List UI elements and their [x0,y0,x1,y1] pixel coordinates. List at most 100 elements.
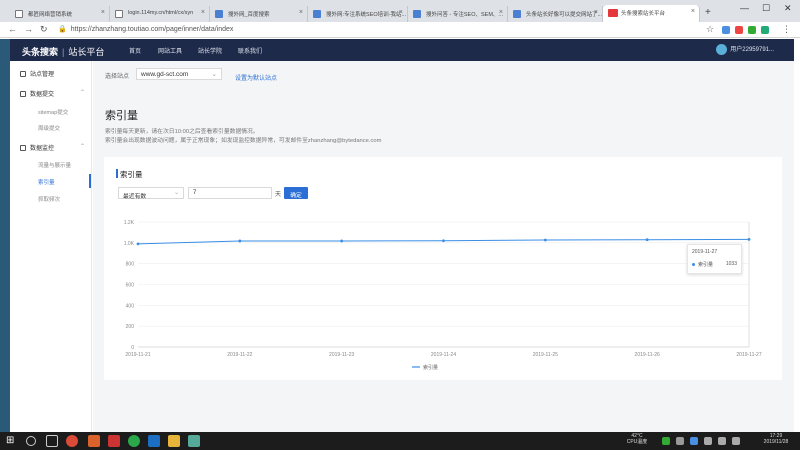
data-point [747,237,751,241]
paw-icon [215,10,223,18]
site-s-icon [413,10,421,18]
nav-contact[interactable]: 联系我们 [238,46,262,55]
star-icon[interactable]: ☆ [706,24,714,35]
lock-icon: 🔒 [58,26,67,33]
sidebar-item-traffic[interactable]: 流量与展示量 [38,161,71,169]
active-indicator [89,174,91,188]
ime-icon[interactable] [732,437,740,445]
x-tick-label: 2019-11-22 [227,352,252,358]
chevron-down-icon: ⌄ [174,190,179,196]
sidebar-item-site-manage[interactable]: 站点管理 [20,69,54,78]
confirm-button[interactable]: 确定 [284,187,308,199]
user-menu[interactable]: 用户22959791... [716,44,774,55]
data-point [543,238,547,242]
menu-icon[interactable]: ⋮ [782,24,791,35]
close-icon[interactable]: × [299,9,303,16]
sidebar-item-data-submit[interactable]: 数据提交 ⌃ [20,89,85,98]
app-icon[interactable] [108,435,120,447]
close-icon[interactable]: × [201,9,205,16]
cpu-temp: 42°C CPU温度 [626,433,648,445]
sidebar-item-sitemap[interactable]: sitemap提交 [38,108,68,116]
days-input[interactable]: 7 [188,187,272,199]
photoshop-icon[interactable] [148,435,160,447]
browser-tab[interactable]: 搜外问答 - 专注SEO、SEM、... × [408,6,508,22]
data-point [340,239,344,243]
task-view-icon[interactable] [46,435,58,447]
x-tick-label: 2019-11-21 [125,352,150,358]
close-icon[interactable]: × [691,8,695,15]
maximize-icon[interactable]: ☐ [762,3,770,14]
close-icon[interactable]: × [399,9,403,16]
nav-home[interactable]: 首页 [129,46,141,55]
chevron-up-icon: ⌃ [80,144,86,150]
app-icon[interactable] [188,435,200,447]
address-bar: ← → ↻ 🔒 https://zhanzhang.toutiao.com/pag… [0,22,800,38]
windows-start-icon[interactable]: ⊞ [6,435,18,447]
browser-tab[interactable]: 头条站长好像可以提交网站了... × [508,6,603,22]
browser-tab[interactable]: login.114my.cn/html/cx/syn × [110,6,210,22]
screen: 都匠网络营销系统 × login.114my.cn/html/cx/syn × 搜外… [0,0,800,450]
tray-icon[interactable] [676,437,684,445]
extension-icon[interactable] [748,26,756,34]
tray-icon[interactable] [690,437,698,445]
browser-tab[interactable]: 都匠网络营销系统 × [10,6,110,22]
nav-tools[interactable]: 网站工具 [158,46,182,55]
site-logo[interactable]: 头条搜索 | 站长平台 [22,45,104,58]
browser-tab-active[interactable]: 头条搜索站长平台 × [603,5,700,22]
chrome-icon[interactable] [66,435,78,447]
card-title: 索引量 [116,169,143,180]
x-tick-label: 2019-11-24 [431,352,456,358]
search-icon[interactable] [26,436,36,446]
range-select[interactable]: 最近有数 ⌄ [118,187,184,200]
chart-tooltip: 2019-11-27 索引量 1033 [687,244,742,274]
sidebar-item-data-monitor[interactable]: 数据监控 ⌃ [20,143,85,152]
browser-tab[interactable]: 搜外网:专注系统SEO培训-我站... × [308,6,408,22]
close-icon[interactable]: × [594,9,598,16]
wechat-icon[interactable] [128,435,140,447]
volume-icon[interactable] [718,437,726,445]
y-tick-label: 400 [126,303,135,309]
data-point [136,242,140,246]
new-tab-button[interactable]: + [705,7,711,18]
chevron-down-icon: ⌄ [211,71,217,78]
sidebar-item-crawl[interactable]: 抓取频次 [38,195,60,203]
site-s-icon [313,10,321,18]
data-point [645,238,649,242]
legend-label: 索引量 [423,364,438,371]
reload-icon[interactable]: ↻ [40,24,48,35]
app-icon[interactable] [88,435,100,447]
browser-tab[interactable]: 搜外网_百度搜索 × [210,6,308,22]
site-select[interactable]: www.gd-sct.com ⌄ [136,68,222,80]
description-line: 索引量每天更新，请在次日10:00之后查看索引量数据情况。 [105,129,259,135]
extension-icon[interactable] [722,26,730,34]
sidebar-item-index[interactable]: 索引量 [38,178,55,186]
page-icon [115,10,123,18]
url-field[interactable]: 🔒 https://zhanzhang.toutiao.com/page/inne… [58,25,233,33]
forward-icon[interactable]: → [24,24,33,34]
extension-icon[interactable] [735,26,743,34]
minimize-icon[interactable]: — [740,3,749,13]
y-tick-label: 1.0K [124,241,135,247]
back-icon[interactable]: ← [8,24,17,34]
close-icon[interactable]: × [101,9,105,16]
app-header: 头条搜索 | 站长平台 首页 网站工具 站长学院 联系我们 用户22959791..… [10,39,794,61]
clock[interactable]: 17:29 2019/11/28 [756,433,796,445]
index-card: 索引量 最近有数 ⌄ 7 天 确定 0 200 400 600 800 1.0K 1.2K 20… [104,157,782,380]
user-icon [20,71,26,78]
sidebar-item-periodic[interactable]: 周级提交 [38,124,60,132]
data-point [238,239,242,243]
y-tick-label: 1.2K [124,220,135,226]
data-point [442,239,445,243]
close-icon[interactable]: × [499,9,503,16]
network-icon[interactable] [704,437,712,445]
y-tick-label: 600 [126,283,135,289]
series-dot [692,263,695,267]
nav-academy[interactable]: 站长学院 [198,46,222,55]
x-tick-label: 2019-11-23 [329,352,354,358]
window-close-icon[interactable]: ✕ [784,3,792,14]
chart-icon [20,145,26,152]
tray-icon[interactable] [662,437,670,445]
folder-icon[interactable] [168,435,180,447]
set-default-link[interactable]: 设置为默认站点 [235,73,277,82]
extension-icon[interactable] [761,26,769,34]
